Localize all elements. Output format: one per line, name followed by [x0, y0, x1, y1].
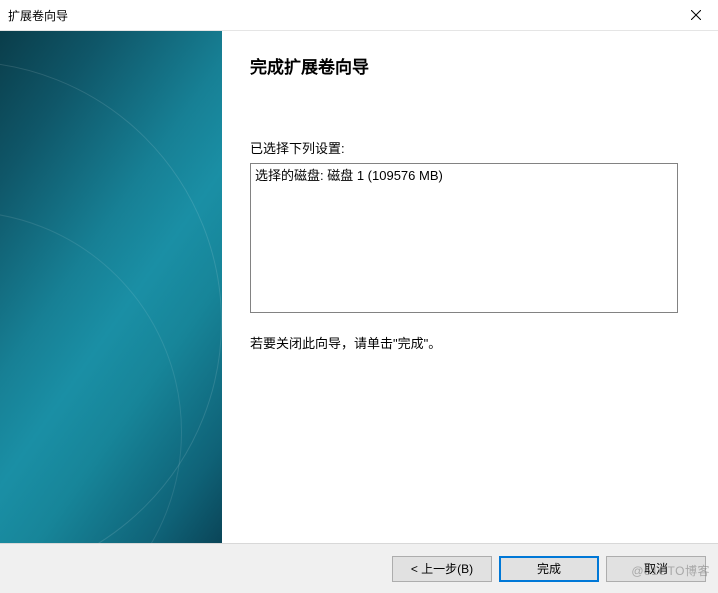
wizard-main-panel: 完成扩展卷向导 已选择下列设置: 选择的磁盘: 磁盘 1 (109576 MB)…: [222, 31, 718, 543]
settings-label: 已选择下列设置:: [250, 138, 678, 157]
hint-text: 若要关闭此向导，请单击"完成"。: [250, 333, 678, 352]
window-title: 扩展卷向导: [8, 7, 68, 24]
cancel-button[interactable]: 取消: [606, 556, 706, 582]
close-icon: [691, 10, 701, 20]
wizard-side-graphic: [0, 31, 222, 543]
close-button[interactable]: [673, 0, 718, 30]
button-bar: < 上一步(B) 完成 取消: [0, 543, 718, 593]
content-area: 完成扩展卷向导 已选择下列设置: 选择的磁盘: 磁盘 1 (109576 MB)…: [0, 30, 718, 543]
finish-button[interactable]: 完成: [499, 556, 599, 582]
list-item[interactable]: 选择的磁盘: 磁盘 1 (109576 MB): [251, 164, 677, 185]
titlebar: 扩展卷向导: [0, 0, 718, 30]
settings-listbox[interactable]: 选择的磁盘: 磁盘 1 (109576 MB): [250, 163, 678, 313]
page-heading: 完成扩展卷向导: [250, 53, 678, 78]
back-button[interactable]: < 上一步(B): [392, 556, 492, 582]
